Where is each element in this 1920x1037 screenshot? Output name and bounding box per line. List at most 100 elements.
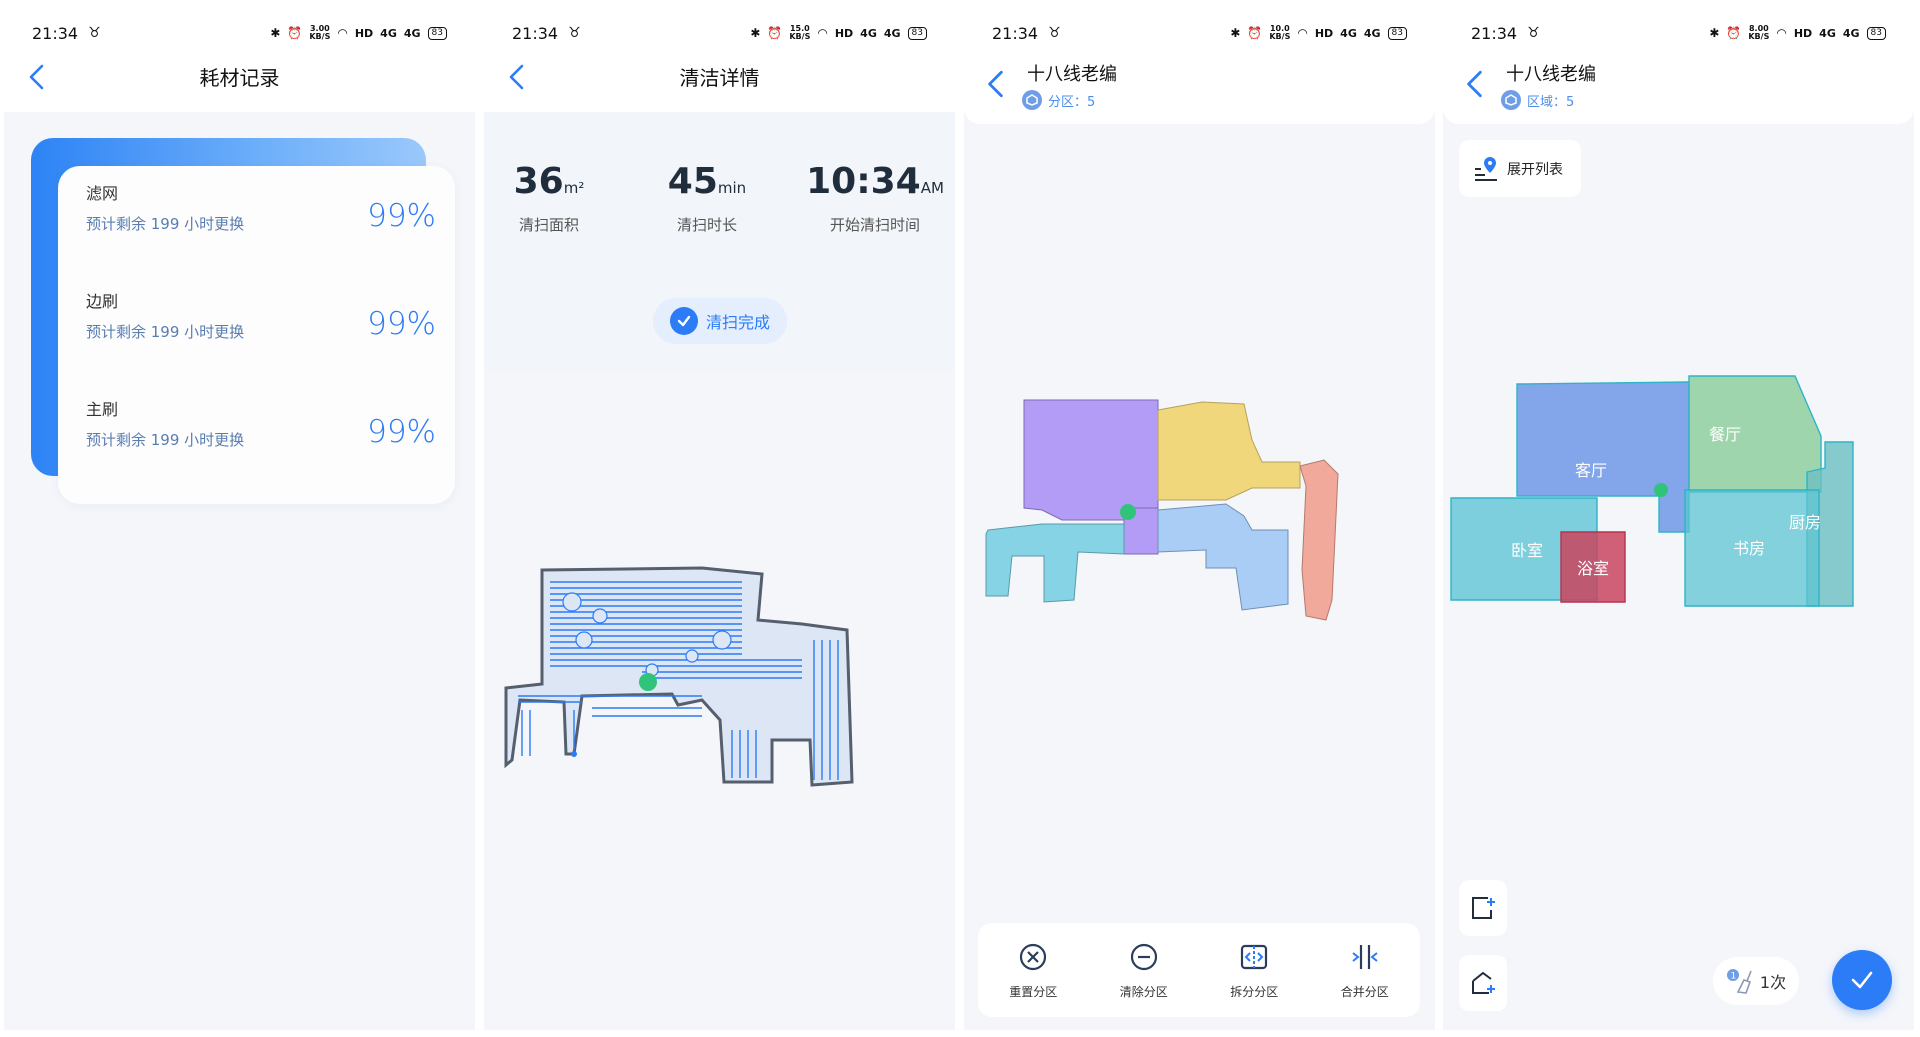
network-speed: 15.0 KB/S xyxy=(789,24,811,41)
clear-zone-button[interactable]: 清除分区 xyxy=(1099,941,1189,1000)
network-speed: 10.0 KB/S xyxy=(1269,24,1291,41)
bluetooth-icon: ✱ xyxy=(1709,26,1720,40)
consumable-item-main-brush[interactable]: 主刷 预计剩余 199 小时更换 99% xyxy=(86,396,436,476)
alarm-icon: ⏰ xyxy=(1726,26,1742,40)
clean-detail-screen: 21:34 ♉ ✱ ⏰ 15.0 KB/S ◠ HD 4G 4G 83 清洁详情 … xyxy=(484,0,955,1030)
back-icon[interactable] xyxy=(506,62,536,92)
area-count: 区域：5 xyxy=(1501,90,1574,110)
back-icon[interactable] xyxy=(26,62,56,92)
robot-icon xyxy=(639,673,657,691)
expand-list-button[interactable]: 展开列表 xyxy=(1459,140,1581,197)
alarm-icon: ⏰ xyxy=(1247,26,1263,40)
signal-icon-2: 4G xyxy=(1363,26,1381,40)
room-map-screen: 21:34 ♉ ✱ ⏰ 8.00 KB/S ◠ HD 4G 4G 83 十八线老编 xyxy=(1443,0,1914,1030)
add-area-button[interactable] xyxy=(1459,880,1507,936)
hd-label: HD xyxy=(1793,26,1813,40)
zone-toolbar: 重置分区 清除分区 拆分分区 合并分区 xyxy=(978,923,1420,1017)
clean-stats: 36m² 清扫面积 45min 清扫时长 10:34AM 开始清扫时间 清扫完成 xyxy=(484,112,955,372)
stat-area: 36m² 清扫面积 xyxy=(484,162,624,235)
map-title: 十八线老编 xyxy=(1027,64,1117,85)
expand-list-label: 展开列表 xyxy=(1507,161,1563,178)
room-label-study: 书房 xyxy=(1733,539,1765,558)
robot-icon xyxy=(1654,483,1668,497)
app-header: 耗材记录 xyxy=(4,40,475,112)
signal-icon-2: 4G xyxy=(403,26,421,40)
zone-icon xyxy=(1022,90,1042,110)
back-icon[interactable] xyxy=(1463,68,1487,100)
wifi-icon: ◠ xyxy=(817,26,828,40)
hd-label: HD xyxy=(834,26,854,40)
room-label-dining: 餐厅 xyxy=(1709,425,1741,444)
consumable-item-filter[interactable]: 滤网 预计剩余 199 小时更换 99% xyxy=(86,180,436,260)
consumable-name: 滤网 xyxy=(86,184,119,203)
start-label: 开始清扫时间 xyxy=(829,216,920,234)
status-badge: 清扫完成 xyxy=(653,298,787,344)
room-label-kitchen: 厨房 xyxy=(1789,513,1821,532)
page-title: 清洁详情 xyxy=(679,65,760,90)
consumable-name: 边刷 xyxy=(86,292,119,311)
hd-label: HD xyxy=(354,26,374,40)
signal-icon: 4G xyxy=(1340,26,1357,40)
room-label-bathroom: 浴室 xyxy=(1577,559,1609,578)
area-unit: m² xyxy=(563,179,585,197)
battery-icon: 83 xyxy=(1866,26,1886,40)
reset-x-icon xyxy=(1020,943,1047,970)
alarm-icon: ⏰ xyxy=(287,26,303,40)
bluetooth-icon: ✱ xyxy=(750,26,761,40)
screens: 21:34 ♉ ✱ ⏰ 3.00KB/S ◠ HD 4G 4G 83 耗材记录 xyxy=(0,0,1920,1037)
status-text: 清扫完成 xyxy=(705,313,770,332)
mi-icon: ♉ xyxy=(88,25,101,41)
wifi-icon: ◠ xyxy=(337,26,348,40)
split-zone-button[interactable]: 拆分分区 xyxy=(1209,941,1299,1000)
merge-zone-button[interactable]: 合并分区 xyxy=(1320,941,1410,1000)
duration-label: 清扫时长 xyxy=(676,216,737,234)
signal-icon-2: 4G xyxy=(1842,26,1860,40)
room-map: 客厅 餐厅 厨房 卧室 浴室 书房 xyxy=(1450,375,1854,607)
consumable-remain: 预计剩余 199 小时更换 xyxy=(86,431,245,449)
zone-map xyxy=(985,399,1339,621)
confirm-button[interactable] xyxy=(1832,950,1892,1010)
page-title: 耗材记录 xyxy=(199,65,280,90)
reset-zones-button[interactable]: 重置分区 xyxy=(988,941,1078,1000)
zone-edit-screen: 21:34 ♉ ✱ ⏰ 10.0 KB/S ◠ HD 4G 4G 83 十八线老编 xyxy=(964,0,1435,1030)
split-icon xyxy=(1241,944,1268,969)
map-title: 十八线老编 xyxy=(1506,64,1596,85)
broom-icon: 1 xyxy=(1726,969,1752,994)
room-label-bedroom: 卧室 xyxy=(1511,541,1543,560)
bluetooth-icon: ✱ xyxy=(270,26,281,40)
battery-icon: 83 xyxy=(1387,26,1407,40)
battery-icon: 83 xyxy=(907,26,927,40)
mi-icon: ♉ xyxy=(568,25,581,41)
consumable-percent: 99% xyxy=(367,306,436,342)
status-icons: ✱ ⏰ 15.0 KB/S ◠ HD 4G 4G 83 xyxy=(750,25,927,41)
status-icons: ✱ ⏰ 10.0 KB/S ◠ HD 4G 4G 83 xyxy=(1230,25,1407,41)
consumable-name: 主刷 xyxy=(86,400,119,419)
minus-circle-icon xyxy=(1130,943,1157,970)
signal-icon: 4G xyxy=(860,26,877,40)
clean-count-label: 1次 xyxy=(1759,973,1787,992)
tool-label: 重置分区 xyxy=(1009,984,1058,999)
consumable-remain: 预计剩余 199 小时更换 xyxy=(86,215,245,233)
duration-value: 45 xyxy=(667,161,718,202)
consumables-screen: 21:34 ♉ ✱ ⏰ 3.00KB/S ◠ HD 4G 4G 83 耗材记录 xyxy=(4,0,475,1030)
stat-start-time: 10:34AM 开始清扫时间 xyxy=(790,162,955,235)
check-icon xyxy=(669,307,698,335)
add-rect-icon xyxy=(1472,897,1495,919)
add-room-button[interactable] xyxy=(1459,955,1507,1011)
clean-count-button[interactable]: 1 1次 xyxy=(1713,957,1799,1005)
network-speed: 3.00 KB/S xyxy=(309,24,331,41)
tool-label: 拆分分区 xyxy=(1230,984,1279,999)
count-badge: 1 xyxy=(1730,972,1736,982)
wifi-icon: ◠ xyxy=(1776,26,1787,40)
consumables-list: 滤网 预计剩余 199 小时更换 99% 边刷 预计剩余 199 小时更换 99… xyxy=(58,166,455,504)
start-value: 10:34 xyxy=(806,161,921,202)
mi-icon: ♉ xyxy=(1527,25,1540,41)
consumable-item-side-brush[interactable]: 边刷 预计剩余 199 小时更换 99% xyxy=(86,288,436,368)
wifi-icon: ◠ xyxy=(1297,26,1308,40)
zone-count: 分区：5 xyxy=(1022,90,1095,110)
mi-icon: ♉ xyxy=(1048,25,1061,41)
back-icon[interactable] xyxy=(984,68,1008,100)
signal-icon: 4G xyxy=(380,26,397,40)
start-unit: AM xyxy=(920,179,944,197)
signal-icon-2: 4G xyxy=(883,26,901,40)
